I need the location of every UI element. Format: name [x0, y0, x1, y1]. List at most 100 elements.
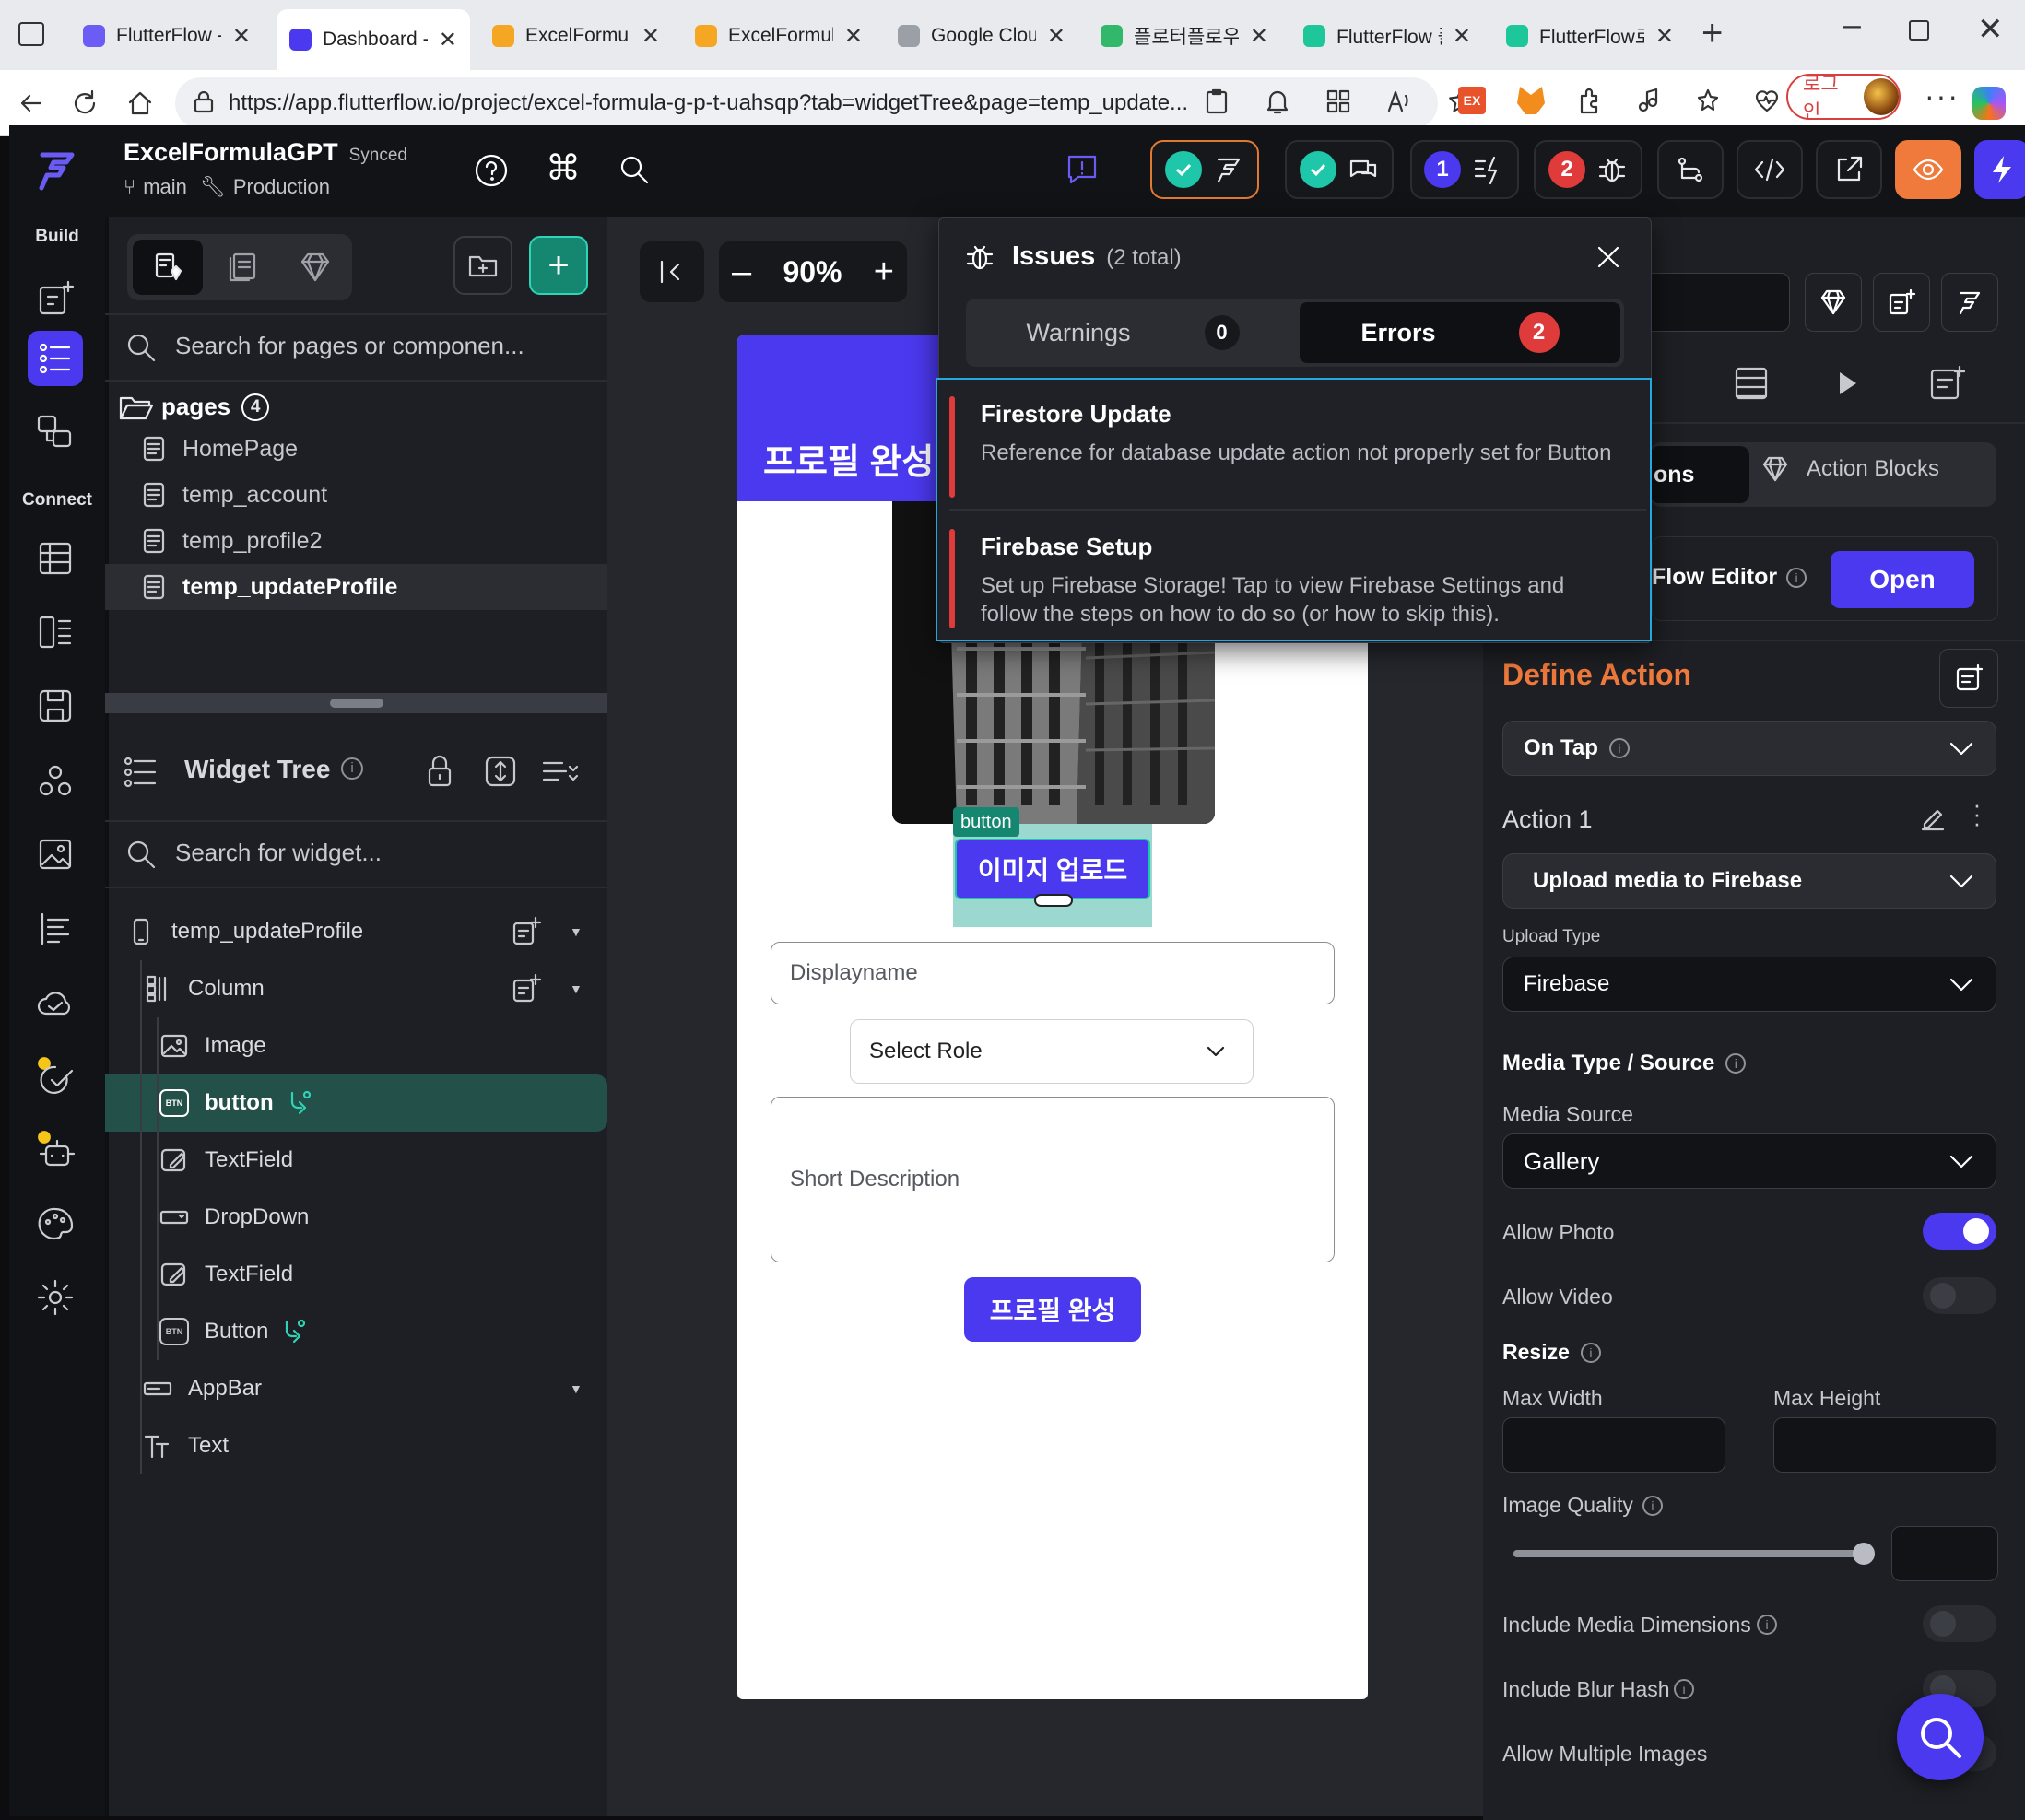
image-quality-thumb[interactable]: [1853, 1543, 1875, 1565]
edit-icon[interactable]: [1919, 805, 1947, 833]
command-palette-icon[interactable]: ⌘: [546, 147, 581, 189]
image-quality-input[interactable]: [1891, 1526, 1998, 1581]
image-quality-slider[interactable]: [1513, 1543, 1875, 1565]
info-icon[interactable]: i: [341, 757, 363, 780]
project-name[interactable]: ExcelFormulaGPT: [124, 138, 338, 167]
close-tab-icon[interactable]: ✕: [844, 23, 863, 50]
window-menu-icon[interactable]: [18, 22, 44, 46]
zoom-out-button[interactable]: –: [732, 252, 751, 292]
filter-icon[interactable]: [540, 754, 581, 789]
components-tab-icon[interactable]: [227, 251, 260, 284]
add-page-button[interactable]: +: [529, 236, 588, 295]
pages-folder-label[interactable]: pages: [161, 393, 230, 421]
errors-tab[interactable]: Errors 2: [1300, 302, 1620, 363]
browser-tab[interactable]: ExcelFormula ✕: [479, 11, 673, 61]
close-icon[interactable]: [1595, 243, 1622, 271]
submit-profile-button[interactable]: 프로필 완성: [964, 1277, 1141, 1342]
search-icon[interactable]: [618, 153, 651, 186]
caret-down-icon[interactable]: ▼: [570, 924, 583, 939]
open-external-button[interactable]: [1816, 140, 1882, 199]
add-folder-button[interactable]: [453, 236, 512, 295]
widget-tree-item[interactable]: AppBar ▼: [105, 1360, 607, 1417]
feedback-icon[interactable]: [1065, 153, 1099, 186]
app-state-icon[interactable]: [28, 605, 83, 660]
extensions-icon[interactable]: [1576, 87, 1604, 114]
add-child-icon[interactable]: [511, 916, 542, 947]
page-item[interactable]: temp_account: [105, 472, 607, 518]
info-icon[interactable]: i: [1725, 1053, 1747, 1074]
widget-tree-item[interactable]: BTN Button: [105, 1303, 607, 1360]
more-icon[interactable]: ···: [1925, 79, 1960, 113]
info-icon[interactable]: i: [1642, 1495, 1663, 1516]
widget-tree-item[interactable]: Text: [105, 1417, 607, 1474]
caret-down-icon[interactable]: ▼: [570, 981, 583, 996]
actions-tab[interactable]: ons: [1650, 446, 1749, 503]
more-vert-icon[interactable]: · · ·: [1972, 793, 1982, 835]
flutterflow-logo[interactable]: [33, 147, 81, 195]
info-icon[interactable]: i: [1608, 738, 1630, 758]
close-tab-icon[interactable]: ✕: [1047, 23, 1065, 50]
widget-tree-item[interactable]: Image: [105, 1017, 607, 1074]
add-child-icon[interactable]: [511, 973, 542, 1004]
media-assets-icon[interactable]: [28, 828, 83, 883]
media-icon[interactable]: [1635, 87, 1663, 114]
browser-tab[interactable]: FlutterFlow - F ✕: [70, 11, 264, 61]
add-widget-icon[interactable]: [28, 271, 83, 326]
login-button[interactable]: 로그인: [1786, 74, 1901, 123]
close-tab-icon[interactable]: ✕: [642, 23, 660, 50]
code-view-button[interactable]: [1737, 140, 1803, 199]
browser-tab[interactable]: FlutterFlow 플 ✕: [1290, 11, 1484, 61]
close-window-button[interactable]: ✕: [1977, 11, 2004, 48]
page-search-input[interactable]: Search for pages or componen...: [175, 332, 524, 360]
floating-search-button[interactable]: [1897, 1694, 1984, 1780]
page-item[interactable]: temp_profile2: [105, 518, 607, 564]
branching-button[interactable]: [1657, 140, 1724, 199]
ai-agents-icon[interactable]: [28, 1122, 83, 1178]
chat-status-button[interactable]: [1285, 140, 1394, 199]
max-width-input[interactable]: [1502, 1417, 1725, 1473]
home-icon[interactable]: [125, 88, 155, 118]
widget-tree-item[interactable]: temp_updateProfile ▼: [105, 903, 607, 960]
clipboard-icon[interactable]: [1203, 87, 1230, 116]
preview-tab-icon[interactable]: [1836, 370, 1860, 396]
max-height-input[interactable]: [1773, 1417, 1996, 1473]
issue-item[interactable]: Firebase Setup Set up Firebase Storage! …: [949, 512, 1646, 640]
panel-splitter[interactable]: [105, 693, 607, 713]
storyboard-icon[interactable]: [28, 404, 83, 459]
close-tab-icon[interactable]: ✕: [1250, 23, 1268, 50]
maximize-button[interactable]: [1909, 20, 1929, 41]
agent-button[interactable]: 1: [1410, 140, 1519, 199]
convert-component-button[interactable]: [1873, 273, 1930, 332]
info-icon[interactable]: i: [1786, 567, 1807, 588]
info-icon[interactable]: i: [1674, 1679, 1694, 1699]
reload-icon[interactable]: [70, 88, 100, 118]
upload-type-dropdown[interactable]: Firebase: [1502, 957, 1996, 1012]
settings-icon[interactable]: [28, 1270, 83, 1325]
widget-tree-icon[interactable]: [28, 331, 83, 386]
properties-tab-icon[interactable]: [1733, 365, 1770, 402]
design-system-icon[interactable]: [28, 1196, 83, 1251]
page-item[interactable]: temp_updateProfile: [105, 564, 607, 610]
cloud-functions-icon[interactable]: [28, 975, 83, 1030]
flutterflow-ai-button[interactable]: [1941, 273, 1998, 332]
new-tab-button[interactable]: +: [1701, 13, 1723, 54]
widget-tree-item[interactable]: TextField: [105, 1246, 607, 1303]
notes-tab-icon[interactable]: [1928, 365, 1965, 402]
library-tab-icon[interactable]: [299, 251, 332, 284]
collections-icon[interactable]: [1694, 87, 1722, 114]
close-tab-icon[interactable]: ✕: [439, 27, 457, 53]
include-media-dimensions-toggle[interactable]: [1923, 1605, 1996, 1642]
upload-image-button[interactable]: 이미지 업로드: [955, 839, 1150, 899]
flutterflow-status-button[interactable]: [1150, 140, 1259, 199]
displayname-field[interactable]: Displayname: [771, 942, 1335, 1004]
page-item[interactable]: HomePage: [105, 426, 607, 472]
branch-name[interactable]: main: [143, 175, 187, 199]
browser-tab[interactable]: FlutterFlow로 ✕: [1493, 11, 1687, 61]
theme-text-icon[interactable]: [28, 901, 83, 957]
read-aloud-icon[interactable]: [1385, 87, 1413, 116]
media-source-dropdown[interactable]: Gallery: [1502, 1133, 1996, 1189]
site-info-icon[interactable]: [192, 91, 216, 115]
resize-handle[interactable]: [1034, 894, 1073, 907]
action-type-dropdown[interactable]: Upload media to Firebase: [1502, 853, 1996, 909]
database-icon[interactable]: [28, 531, 83, 586]
